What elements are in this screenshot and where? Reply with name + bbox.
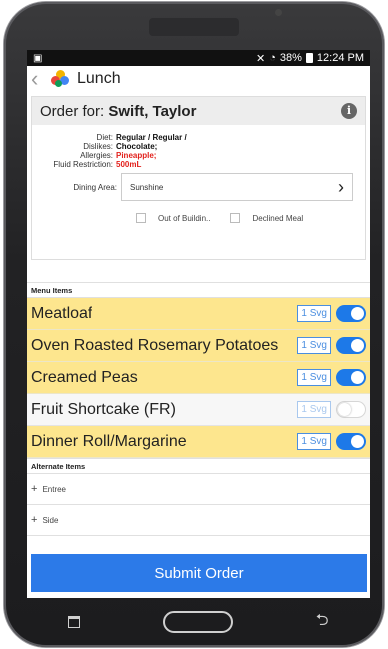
checkbox-box[interactable]	[136, 213, 146, 223]
menu-item[interactable]: Oven Roasted Rosemary Potatoes 1 Svg	[27, 330, 370, 362]
allergies-value: Pineapple;	[116, 151, 157, 160]
camera-icon	[275, 9, 282, 16]
dislikes-label: Dislikes:	[83, 142, 113, 151]
serving-button[interactable]: 1 Svg	[297, 337, 331, 354]
declined-meal-label: Declined Meal	[252, 213, 304, 223]
notification-icon: ▣	[33, 52, 43, 64]
out-of-building-label: Out of Buildin..	[158, 213, 211, 223]
out-of-building-checkbox[interactable]: Out of Buildin..	[136, 213, 210, 223]
menu-item-name: Oven Roasted Rosemary Potatoes	[31, 336, 279, 354]
menu-item-toggle[interactable]	[336, 305, 366, 322]
page-title: Lunch	[77, 70, 121, 87]
declined-meal-checkbox[interactable]: Declined Meal	[230, 213, 303, 223]
entree-label: Entree	[42, 484, 67, 494]
plus-icon: +	[31, 514, 38, 526]
diet-value: Regular / Regular /	[116, 133, 187, 142]
back-chevron-icon[interactable]: ‹	[31, 68, 45, 90]
battery-icon	[305, 53, 313, 63]
order-header: Order for: Swift, Taylor i	[32, 97, 365, 125]
app-logo-icon	[51, 70, 69, 88]
fluid-restriction-value: 500mL	[116, 160, 142, 169]
wifi-icon: ◔	[269, 52, 276, 64]
allergies-label: Allergies:	[80, 151, 113, 160]
dining-area-value: Sunshine	[130, 182, 164, 192]
battery-percent: 38%	[279, 52, 302, 64]
chevron-right-icon: ›	[338, 176, 344, 197]
menu-item-name: Fruit Shortcake (FR)	[31, 400, 176, 418]
back-arrow-icon[interactable]: ⮌	[316, 609, 329, 636]
serving-button[interactable]: 1 Svg	[297, 433, 331, 450]
menu-item-name: Creamed Peas	[31, 368, 138, 386]
status-time: 12:24 PM	[316, 52, 364, 64]
menu-list: Meatloaf 1 Svg Oven Roasted Rosemary Pot…	[27, 298, 370, 458]
alternate-items-heading: Alternate Items	[27, 458, 370, 474]
recent-apps-icon[interactable]	[68, 616, 81, 628]
submit-order-button[interactable]: Submit Order	[31, 554, 367, 592]
menu-item-toggle[interactable]	[336, 433, 366, 450]
menu-item[interactable]: Fruit Shortcake (FR) 1 Svg	[27, 394, 370, 426]
serving-button[interactable]: 1 Svg	[297, 305, 331, 322]
resident-details: Diet: Regular / Regular / Dislikes: Choc…	[32, 125, 365, 223]
add-side-row[interactable]: + Side	[27, 505, 370, 536]
menu-item[interactable]: Creamed Peas 1 Svg	[27, 362, 370, 394]
serving-button[interactable]: 1 Svg	[297, 401, 331, 418]
menu-item-name: Dinner Roll/Margarine	[31, 432, 187, 450]
menu-item-toggle[interactable]	[336, 369, 366, 386]
dining-area-row: Dining Area: Sunshine ›	[32, 173, 365, 201]
menu-items-heading: Menu Items	[27, 282, 370, 298]
plus-icon: +	[31, 483, 38, 495]
menu-item[interactable]: Dinner Roll/Margarine 1 Svg	[27, 426, 370, 458]
menu-item[interactable]: Meatloaf 1 Svg	[27, 298, 370, 330]
info-icon[interactable]: i	[341, 103, 357, 119]
dining-area-selector[interactable]: Sunshine ›	[121, 173, 353, 201]
fluid-restriction-label: Fluid Restriction:	[53, 160, 113, 169]
menu-item-toggle[interactable]	[336, 401, 366, 418]
order-options: Out of Buildin.. Declined Meal	[136, 213, 365, 223]
resident-name: Swift, Taylor	[108, 102, 197, 120]
add-entree-row[interactable]: + Entree	[27, 474, 370, 505]
menu-item-name: Meatloaf	[31, 304, 93, 322]
screen: ▣ ✕ ◔ 38% 12:24 PM ‹ Lunch Order for: Sw…	[27, 50, 370, 598]
diet-label: Diet:	[96, 133, 113, 142]
navigation-bar: ⮌	[27, 600, 370, 644]
serving-button[interactable]: 1 Svg	[297, 369, 331, 386]
dislikes-value: Chocolate;	[116, 142, 158, 151]
order-for-label: Order for:	[40, 102, 109, 120]
status-bar: ▣ ✕ ◔ 38% 12:24 PM	[27, 50, 370, 66]
side-label: Side	[42, 515, 59, 525]
menu-item-toggle[interactable]	[336, 337, 366, 354]
home-button[interactable]	[163, 611, 234, 633]
checkbox-box[interactable]	[230, 213, 241, 223]
mute-icon: ✕	[256, 52, 266, 65]
order-card: Order for: Swift, Taylor i Diet: Regular…	[31, 96, 366, 260]
app-bar: ‹ Lunch	[27, 66, 370, 92]
dining-area-label: Dining Area:	[73, 182, 117, 192]
